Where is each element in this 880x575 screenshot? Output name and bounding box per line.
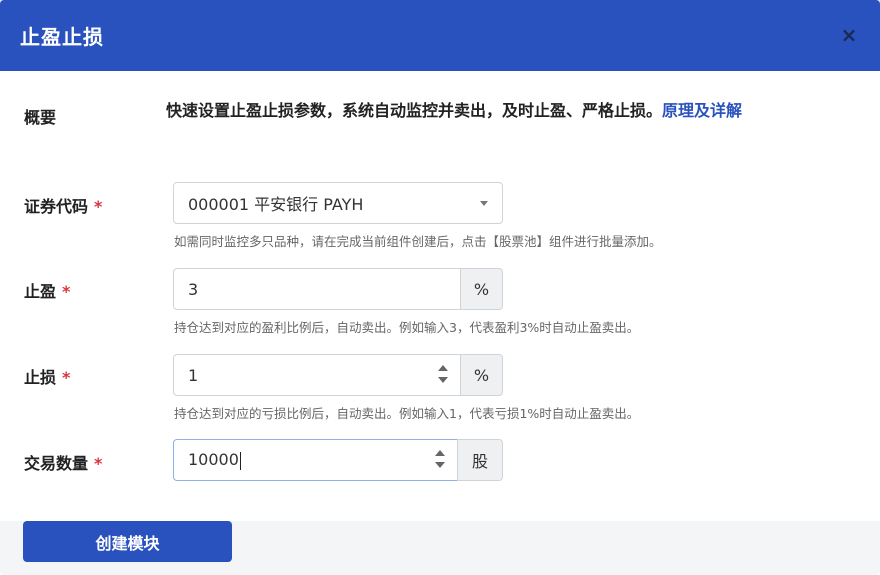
create-module-button[interactable]: 创建模块 xyxy=(23,521,232,562)
stepper-down-icon[interactable] xyxy=(438,377,448,383)
quantity-input[interactable]: 10000 xyxy=(173,439,458,481)
principle-link[interactable]: 原理及详解 xyxy=(662,101,742,120)
stepper-down-icon[interactable] xyxy=(435,462,445,468)
security-code-select[interactable]: 000001 平安银行 PAYH xyxy=(173,182,503,224)
quantity-label-text: 交易数量 xyxy=(24,454,89,473)
caret-down-icon xyxy=(480,201,488,206)
stop-loss-unit: % xyxy=(460,354,503,396)
take-profit-label: 止盈 * xyxy=(24,278,70,302)
modal-title: 止盈止损 xyxy=(20,25,104,49)
summary-label: 概要 xyxy=(24,108,57,127)
text-caret xyxy=(239,451,241,470)
quantity-value: 10000 xyxy=(188,450,239,470)
security-code-hint: 如需同时监控多只品种，请在完成当前组件创建后，点击【股票池】组件进行批量添加。 xyxy=(174,234,662,249)
stepper-up-icon[interactable] xyxy=(435,450,445,456)
stop-loss-label-text: 止损 xyxy=(24,368,57,387)
summary-description: 快速设置止盈止损参数，系统自动监控并卖出，及时止盈、严格止损。 xyxy=(166,101,663,120)
take-profit-value: 3 xyxy=(188,279,199,299)
take-profit-unit: % xyxy=(460,268,503,310)
stop-loss-input[interactable]: 1 xyxy=(173,354,461,396)
modal-footer: 创建模块 xyxy=(0,521,880,575)
required-mark: * xyxy=(94,197,103,216)
take-profit-input[interactable]: 3 xyxy=(173,268,461,310)
summary-text: 快速设置止盈止损参数，系统自动监控并卖出，及时止盈、严格止损。原理及详解 xyxy=(166,97,796,124)
quantity-unit: 股 xyxy=(457,439,503,481)
stepper-icon[interactable] xyxy=(435,450,445,470)
security-code-label-text: 证券代码 xyxy=(24,197,89,216)
take-profit-hint: 持仓达到对应的盈利比例后，自动卖出。例如输入3，代表盈利3%时自动止盈卖出。 xyxy=(174,320,640,335)
close-icon[interactable]: × xyxy=(836,22,862,48)
take-profit-label-text: 止盈 xyxy=(24,282,57,301)
stepper-up-icon[interactable] xyxy=(438,365,448,371)
modal-header: 止盈止损 × xyxy=(0,0,880,71)
quantity-label: 交易数量 * xyxy=(24,450,102,474)
stepper-icon[interactable] xyxy=(438,365,448,385)
stop-loss-value: 1 xyxy=(188,365,199,385)
stop-loss-hint: 持仓达到对应的亏损比例后，自动卖出。例如输入1，代表亏损1%时自动止盈卖出。 xyxy=(174,406,640,421)
required-mark: * xyxy=(62,282,71,301)
stop-profit-loss-modal: 止盈止损 × 概要 快速设置止盈止损参数，系统自动监控并卖出，及时止盈、严格止损… xyxy=(0,0,880,575)
quantity-value-wrap: 10000 xyxy=(174,450,457,470)
stop-loss-label: 止损 * xyxy=(24,364,70,388)
required-mark: * xyxy=(94,454,103,473)
security-code-label: 证券代码 * xyxy=(24,193,102,217)
modal-body: 概要 快速设置止盈止损参数，系统自动监控并卖出，及时止盈、严格止损。原理及详解 … xyxy=(0,71,880,521)
security-code-value: 000001 平安银行 PAYH xyxy=(188,195,364,214)
required-mark: * xyxy=(62,368,71,387)
